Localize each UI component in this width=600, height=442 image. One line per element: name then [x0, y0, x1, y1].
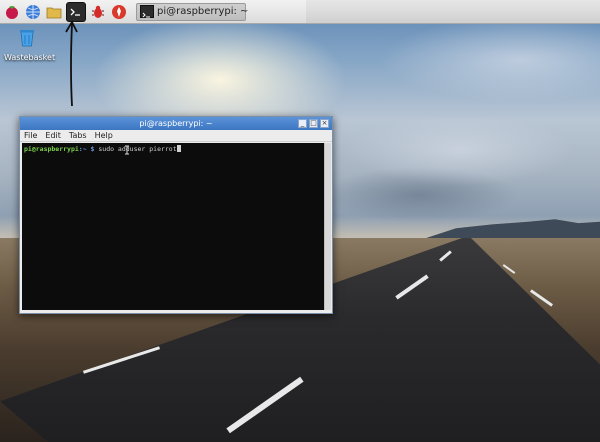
terminal-command: sudo adduser pierrot — [94, 145, 177, 153]
terminal-icon — [140, 5, 154, 18]
prompt-user: pi@raspberrypi — [24, 145, 79, 153]
terminal-output[interactable]: pi@raspberrypi:~ $ sudo adduser pierrot — [22, 143, 324, 310]
raspberry-menu-icon[interactable] — [3, 3, 21, 21]
close-button[interactable]: × — [320, 119, 329, 128]
annotation-arrow — [65, 20, 78, 107]
window-title: pi@raspberrypi: ~ — [139, 119, 213, 128]
top-taskbar: pi@raspberrypi: ~ — [0, 0, 600, 24]
window-menubar: File Edit Tabs Help — [20, 130, 332, 142]
terminal-line: pi@raspberrypi:~ $ sudo adduser pierrot — [24, 145, 322, 153]
prompt-path: :~ $ — [78, 145, 95, 153]
terminal-scrollbar[interactable] — [324, 143, 331, 310]
window-titlebar[interactable]: pi@raspberrypi: ~ _ □ × — [20, 117, 332, 130]
text-cursor — [176, 145, 181, 152]
minimize-button[interactable]: _ — [298, 119, 307, 128]
desktop-icon-wastebasket[interactable]: Wastebasket — [4, 26, 56, 62]
taskbar-window-button[interactable]: pi@raspberrypi: ~ — [136, 2, 249, 21]
terminal-window: pi@raspberrypi: ~ _ □ × File Edit Tabs H… — [19, 116, 333, 314]
taskbar-window-label: pi@raspberrypi: ~ — [157, 6, 249, 17]
trash-icon — [16, 30, 38, 52]
menu-edit[interactable]: Edit — [45, 131, 61, 140]
ibeam-cursor-icon — [125, 145, 129, 155]
menu-tabs[interactable]: Tabs — [69, 131, 87, 140]
menu-file[interactable]: File — [24, 131, 37, 140]
debug-bug-icon[interactable] — [89, 3, 107, 21]
wolfram-icon[interactable] — [110, 3, 128, 21]
menu-help[interactable]: Help — [95, 131, 113, 140]
maximize-button[interactable]: □ — [309, 119, 318, 128]
desktop-icon-label: Wastebasket — [4, 53, 56, 62]
file-manager-icon[interactable] — [45, 3, 63, 21]
taskbar-empty-area — [306, 0, 600, 23]
web-browser-icon[interactable] — [24, 3, 42, 21]
